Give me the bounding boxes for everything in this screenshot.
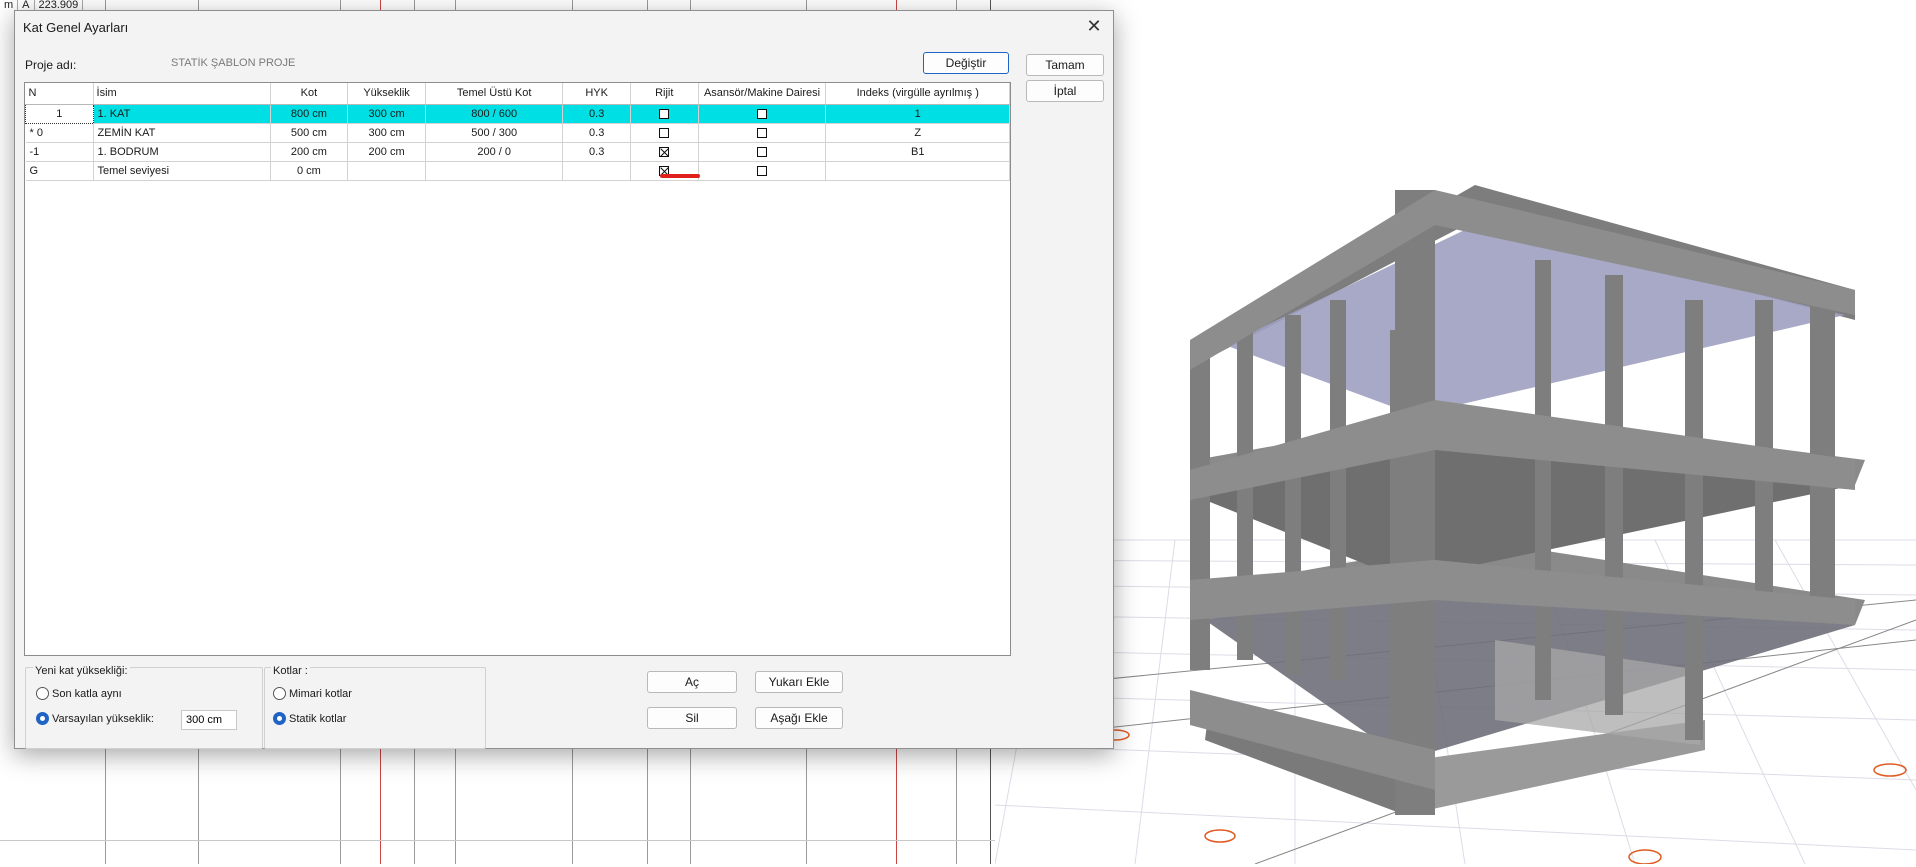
son-katla-ayni-radio[interactable]: Son katla aynı [36,687,122,700]
statik-kotlar-radio[interactable]: Statik kotlar [273,712,346,725]
cell-temel[interactable] [425,161,564,181]
table-row[interactable]: -1 1. BODRUM 200 cm 200 cm 200 / 0 0.3 B… [25,142,1010,162]
cell-n[interactable]: * 0 [25,123,94,143]
col-header-hyk: HYK [562,83,631,105]
red-underline-annotation [660,174,700,178]
floor-grid[interactable]: N İsim Kot Yükseklik Temel Üstü Kot HYK … [24,82,1011,656]
mimari-kotlar-radio[interactable]: Mimari kotlar [273,687,352,700]
cell-isim[interactable]: 1. BODRUM [93,142,271,162]
asansor-checkbox[interactable] [757,146,768,157]
cell-n[interactable]: G [25,161,94,181]
col-header-isim: İsim [93,83,271,105]
kotlar-label: Kotlar : [271,665,310,677]
cell-yukseklik[interactable]: 300 cm [347,104,426,124]
proje-adi-label: Proje adı: [25,58,77,72]
varsayilan-yukseklik-input[interactable] [181,710,237,730]
cell-isim[interactable]: 1. KAT [93,104,271,124]
cell-yukseklik[interactable]: 200 cm [347,142,426,162]
coord-axis: A [18,0,35,11]
radio-indicator[interactable] [36,712,49,725]
yukari-ekle-button[interactable]: Yukarı Ekle [755,671,843,693]
col-header-yukseklik: Yükseklik [347,83,426,105]
kat-genel-ayarlari-dialog: Kat Genel Ayarları ✕ Proje adı: Değiştir… [14,10,1114,749]
cell-temel[interactable]: 500 / 300 [425,123,564,143]
degistir-button[interactable]: Değiştir [923,52,1009,74]
asansor-checkbox[interactable] [757,127,768,138]
cell-hyk[interactable] [562,161,631,181]
cell-asansor[interactable] [698,161,827,181]
iptal-button[interactable]: İptal [1026,80,1104,102]
col-header-indeks: Indeks (virgülle ayrılmış ) [825,83,1010,105]
coord-value: 223.909 [35,0,84,11]
table-row[interactable]: G Temel seviyesi 0 cm [25,161,1010,181]
cell-hyk[interactable]: 0.3 [562,123,631,143]
rijit-checkbox[interactable] [659,127,670,138]
cell-yukseklik[interactable] [347,161,426,181]
yeni-kat-label: Yeni kat yüksekliği: [33,665,130,677]
kotlar-group [264,667,486,749]
3d-building-render [994,185,1916,865]
cell-n[interactable]: 1 [25,103,94,124]
tamam-button[interactable]: Tamam [1026,54,1104,76]
ac-button[interactable]: Aç [647,671,737,693]
proje-adi-field[interactable] [167,53,927,73]
coordinate-readout: m A 223.909 [0,0,84,11]
table-header: N İsim Kot Yükseklik Temel Üstü Kot HYK … [25,83,1010,105]
cell-indeks[interactable] [825,161,1010,181]
asansor-checkbox[interactable] [757,108,768,119]
table-row[interactable]: 1 1. KAT 800 cm 300 cm 800 / 600 0.3 1 [25,103,1010,124]
cell-kot[interactable]: 500 cm [270,123,349,143]
dialog-title: Kat Genel Ayarları [23,20,129,35]
cell-isim[interactable]: ZEMİN KAT [93,123,271,143]
cell-kot[interactable]: 200 cm [270,142,349,162]
radio-indicator[interactable] [273,687,286,700]
son-katla-ayni-label: Son katla aynı [52,687,122,700]
rijit-checkbox[interactable] [659,108,670,119]
radio-indicator[interactable] [36,687,49,700]
asagi-ekle-button[interactable]: Aşağı Ekle [755,707,843,729]
cell-asansor[interactable] [698,104,827,124]
cell-asansor[interactable] [698,123,827,143]
col-header-kot: Kot [270,83,349,105]
table-row[interactable]: * 0 ZEMİN KAT 500 cm 300 cm 500 / 300 0.… [25,123,1010,143]
cell-hyk[interactable]: 0.3 [562,142,631,162]
asansor-checkbox[interactable] [757,165,768,176]
varsayilan-yukseklik-radio[interactable]: Varsayılan yükseklik: [36,712,154,725]
grid-line [0,840,1000,841]
radio-indicator[interactable] [273,712,286,725]
cell-kot[interactable]: 0 cm [270,161,349,181]
sil-button[interactable]: Sil [647,707,737,729]
cell-rijit[interactable] [630,104,699,124]
cell-rijit[interactable] [630,123,699,143]
cell-asansor[interactable] [698,142,827,162]
col-header-temel-ustu-kot: Temel Üstü Kot [425,83,564,105]
cell-indeks[interactable]: B1 [825,142,1010,162]
cell-indeks[interactable]: Z [825,123,1010,143]
floor-table: N İsim Kot Yükseklik Temel Üstü Kot HYK … [25,83,1010,181]
coord-prefix: m [0,0,19,11]
yeni-kat-yuksekligi-group [25,667,263,749]
cell-n[interactable]: -1 [25,142,94,162]
cell-indeks[interactable]: 1 [825,104,1010,124]
mimari-kotlar-label: Mimari kotlar [289,687,352,700]
close-icon[interactable]: ✕ [1081,15,1107,37]
col-header-n: N [25,83,94,105]
cell-rijit[interactable] [630,142,699,162]
col-header-rijit: Rijit [630,83,699,105]
cell-kot[interactable]: 800 cm [270,104,349,124]
varsayilan-yukseklik-label: Varsayılan yükseklik: [52,712,154,725]
rijit-checkbox[interactable] [659,146,670,157]
3d-view[interactable] [994,0,1916,865]
statik-kotlar-label: Statik kotlar [289,712,347,725]
cell-temel[interactable]: 800 / 600 [425,104,564,124]
cell-temel[interactable]: 200 / 0 [425,142,564,162]
cell-yukseklik[interactable]: 300 cm [347,123,426,143]
cell-isim[interactable]: Temel seviyesi [93,161,271,181]
col-header-asansor: Asansör/Makine Dairesi [698,83,827,105]
dialog-titlebar[interactable]: Kat Genel Ayarları ✕ [15,11,1113,41]
cell-hyk[interactable]: 0.3 [562,104,631,124]
